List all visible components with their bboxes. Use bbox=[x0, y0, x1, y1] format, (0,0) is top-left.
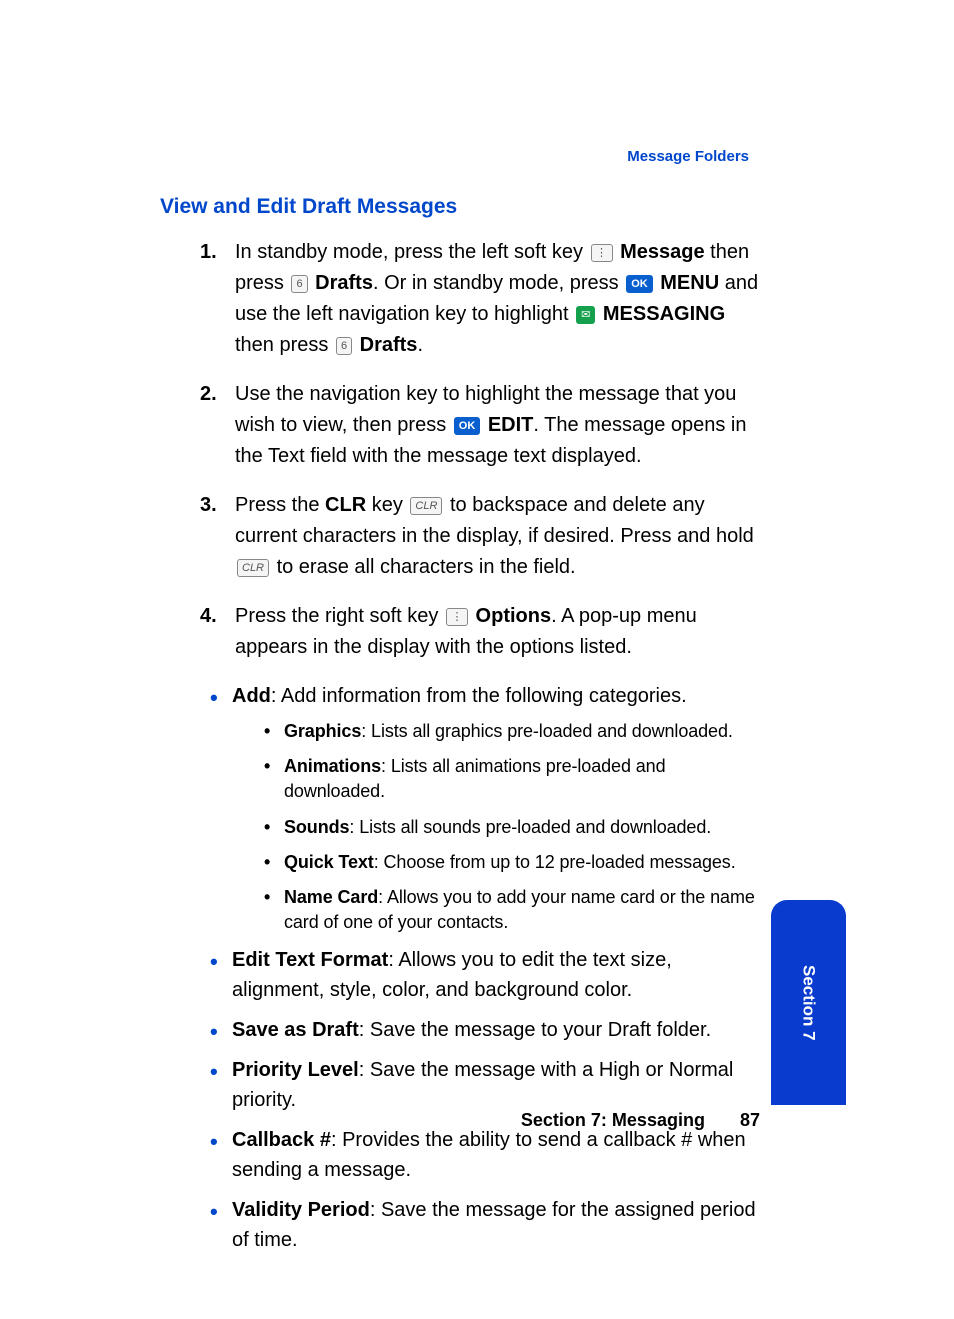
key-label: MESSAGING bbox=[597, 303, 725, 325]
key-6-icon: 6 bbox=[336, 337, 352, 355]
sub-title: Sounds bbox=[284, 817, 349, 837]
step-1: In standby mode, press the left soft key… bbox=[235, 237, 760, 361]
page-body: View and Edit Draft Messages In standby … bbox=[160, 195, 760, 1265]
step-4: Press the right soft key ⋮ Options. A po… bbox=[235, 601, 760, 663]
option-priority-level: Priority Level: Save the message with a … bbox=[210, 1055, 760, 1115]
clr-key-icon: CLR bbox=[237, 559, 269, 577]
step-text: . bbox=[417, 334, 423, 356]
messaging-icon: ✉ bbox=[576, 306, 595, 324]
key-label: EDIT bbox=[482, 414, 533, 436]
step-text: . Or in standby mode, press bbox=[373, 272, 624, 294]
sub-title: Quick Text bbox=[284, 852, 374, 872]
step-2: Use the navigation key to highlight the … bbox=[235, 379, 760, 472]
option-validity-period: Validity Period: Save the message for th… bbox=[210, 1195, 760, 1255]
section-tab: Section 7 bbox=[771, 900, 846, 1105]
option-callback: Callback #: Provides the ability to send… bbox=[210, 1125, 760, 1185]
key-label: Drafts bbox=[354, 334, 417, 356]
ok-key-icon: OK bbox=[454, 417, 481, 435]
step-text: to erase all characters in the field. bbox=[271, 556, 576, 578]
sub-namecard: Name Card: Allows you to add your name c… bbox=[264, 885, 760, 935]
sub-desc: : Lists all sounds pre-loaded and downlo… bbox=[349, 817, 711, 837]
page-number: 87 bbox=[740, 1110, 760, 1130]
step-text: In standby mode, press the left soft key bbox=[235, 241, 589, 263]
sub-title: Name Card bbox=[284, 887, 378, 907]
sub-graphics: Graphics: Lists all graphics pre-loaded … bbox=[264, 719, 760, 744]
sub-desc: : Lists all graphics pre-loaded and down… bbox=[361, 721, 733, 741]
steps-list: In standby mode, press the left soft key… bbox=[160, 237, 760, 663]
option-title: Save as Draft bbox=[232, 1019, 359, 1041]
options-list: Add: Add information from the following … bbox=[210, 681, 760, 1255]
option-title: Edit Text Format bbox=[232, 949, 388, 971]
option-save-as-draft: Save as Draft: Save the message to your … bbox=[210, 1015, 760, 1045]
key-label: MENU bbox=[655, 272, 719, 294]
key-label: CLR bbox=[325, 494, 366, 516]
option-title: Callback # bbox=[232, 1129, 331, 1151]
option-add: Add: Add information from the following … bbox=[210, 681, 760, 935]
key-label: Message bbox=[615, 241, 705, 263]
page-footer: Section 7: Messaging 87 bbox=[160, 1110, 760, 1131]
key-label: Options bbox=[470, 605, 551, 627]
sub-sounds: Sounds: Lists all sounds pre-loaded and … bbox=[264, 815, 760, 840]
clr-key-icon: CLR bbox=[410, 497, 442, 515]
step-text: Press the right soft key bbox=[235, 605, 444, 627]
option-desc: : Save the message to your Draft folder. bbox=[359, 1019, 711, 1041]
sub-title: Graphics bbox=[284, 721, 361, 741]
header-breadcrumb: Message Folders bbox=[627, 148, 749, 165]
right-softkey-icon: ⋮ bbox=[446, 608, 468, 626]
section-tab-label: Section 7 bbox=[799, 965, 819, 1041]
section-heading: View and Edit Draft Messages bbox=[160, 195, 760, 219]
footer-section-label: Section 7: Messaging bbox=[521, 1110, 705, 1130]
sub-title: Animations bbox=[284, 756, 381, 776]
step-text: key bbox=[366, 494, 408, 516]
add-sublist: Graphics: Lists all graphics pre-loaded … bbox=[264, 719, 760, 935]
sub-quicktext: Quick Text: Choose from up to 12 pre-loa… bbox=[264, 850, 760, 875]
key-6-icon: 6 bbox=[291, 275, 307, 293]
left-softkey-icon: ⋮ bbox=[591, 244, 613, 262]
option-edit-text-format: Edit Text Format: Allows you to edit the… bbox=[210, 945, 760, 1005]
sub-desc: : Choose from up to 12 pre-loaded messag… bbox=[374, 852, 736, 872]
step-text: Press the bbox=[235, 494, 325, 516]
option-title: Add bbox=[232, 685, 271, 707]
option-title: Validity Period bbox=[232, 1199, 370, 1221]
key-label: Drafts bbox=[310, 272, 373, 294]
step-text: then press bbox=[235, 334, 334, 356]
sub-animations: Animations: Lists all animations pre-loa… bbox=[264, 754, 760, 804]
option-title: Priority Level bbox=[232, 1059, 359, 1081]
option-desc: : Add information from the following cat… bbox=[271, 685, 687, 707]
step-3: Press the CLR key CLR to backspace and d… bbox=[235, 490, 760, 583]
ok-key-icon: OK bbox=[626, 275, 653, 293]
